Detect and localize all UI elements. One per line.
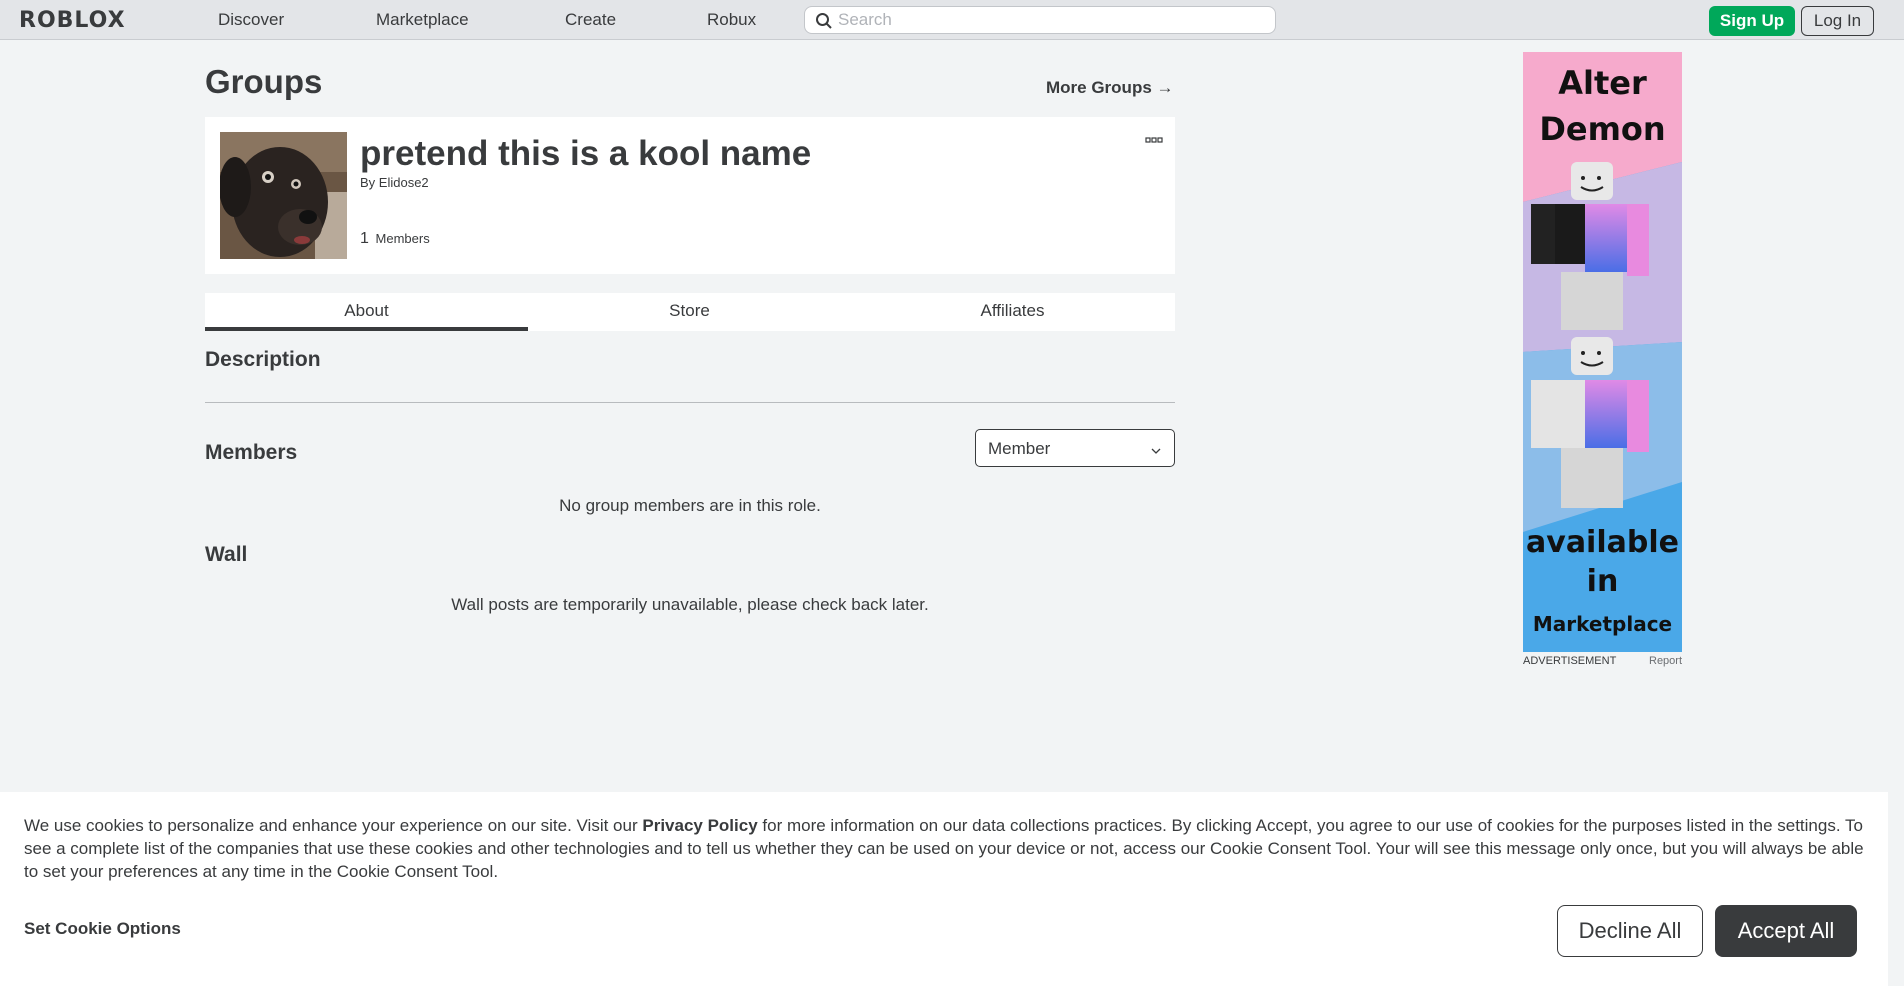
nav-discover[interactable]: Discover [218,10,284,30]
nav-robux[interactable]: Robux [707,10,756,30]
wall-message: Wall posts are temporarily unavailable, … [451,595,929,614]
ad-line-4: in [1586,564,1619,599]
chevron-down-icon [1150,443,1162,461]
no-members-message: No group members are in this role. [559,496,821,515]
tab-store[interactable]: Store [528,293,851,331]
description-heading: Description [205,348,321,371]
tab-affiliates[interactable]: Affiliates [851,293,1174,331]
search-input[interactable] [838,9,1258,31]
more-groups-link[interactable]: More Groups → [1046,78,1174,98]
ad-line-5: Marketplace [1532,612,1673,636]
cookie-message: We use cookies to personalize and enhanc… [24,814,1874,883]
members-heading: Members [205,441,298,464]
ad-line-1: Alter [1558,64,1647,102]
scrollbar-track[interactable] [1888,792,1904,986]
search-icon [815,12,833,35]
group-name: pretend this is a kool name [360,134,812,173]
decline-all-button[interactable]: Decline All [1557,905,1703,957]
section-divider [205,402,1175,403]
group-emblem [220,132,347,259]
owner-prefix: By [360,175,376,190]
ad-report-link[interactable]: Report [1649,655,1682,667]
more-options-icon[interactable] [1145,132,1163,150]
group-tabs: About Store Affiliates [205,293,1175,331]
group-header-card: pretend this is a kool name By Elidose2 … [205,117,1175,274]
privacy-policy-link[interactable]: Privacy Policy [642,816,757,835]
cookie-banner: We use cookies to personalize and enhanc… [0,792,1888,986]
owner-link[interactable]: Elidose2 [379,175,429,190]
role-dropdown[interactable]: Member [975,429,1175,467]
signup-button[interactable]: Sign Up [1709,6,1795,36]
accept-all-button[interactable]: Accept All [1715,905,1857,957]
group-owner: By Elidose2 [360,175,429,190]
sidebar-advertisement[interactable]: Alter Demon available in Marketplace [1523,52,1682,652]
top-nav: ROBLOX Discover Marketplace Create Robux… [0,0,1904,40]
set-cookie-options-link[interactable]: Set Cookie Options [24,919,181,939]
ad-line-3: available [1526,525,1679,560]
ad-label: ADVERTISEMENT [1523,655,1617,667]
wall-heading: Wall [205,543,248,566]
search-box[interactable] [804,6,1276,34]
tab-about[interactable]: About [205,293,528,331]
ad-line-2: Demon [1539,110,1666,148]
member-count-value: 1 [360,230,369,247]
page-title: Groups [205,63,323,100]
nav-marketplace[interactable]: Marketplace [376,10,469,30]
nav-create[interactable]: Create [565,10,616,30]
login-button[interactable]: Log In [1801,6,1874,36]
member-count-label: Members [375,231,430,246]
cookie-text-start: We use cookies to personalize and enhanc… [24,816,643,835]
role-dropdown-value: Member [988,439,1051,458]
group-member-count: 1 Members [360,230,430,248]
roblox-logo[interactable]: ROBLOX [19,8,126,33]
